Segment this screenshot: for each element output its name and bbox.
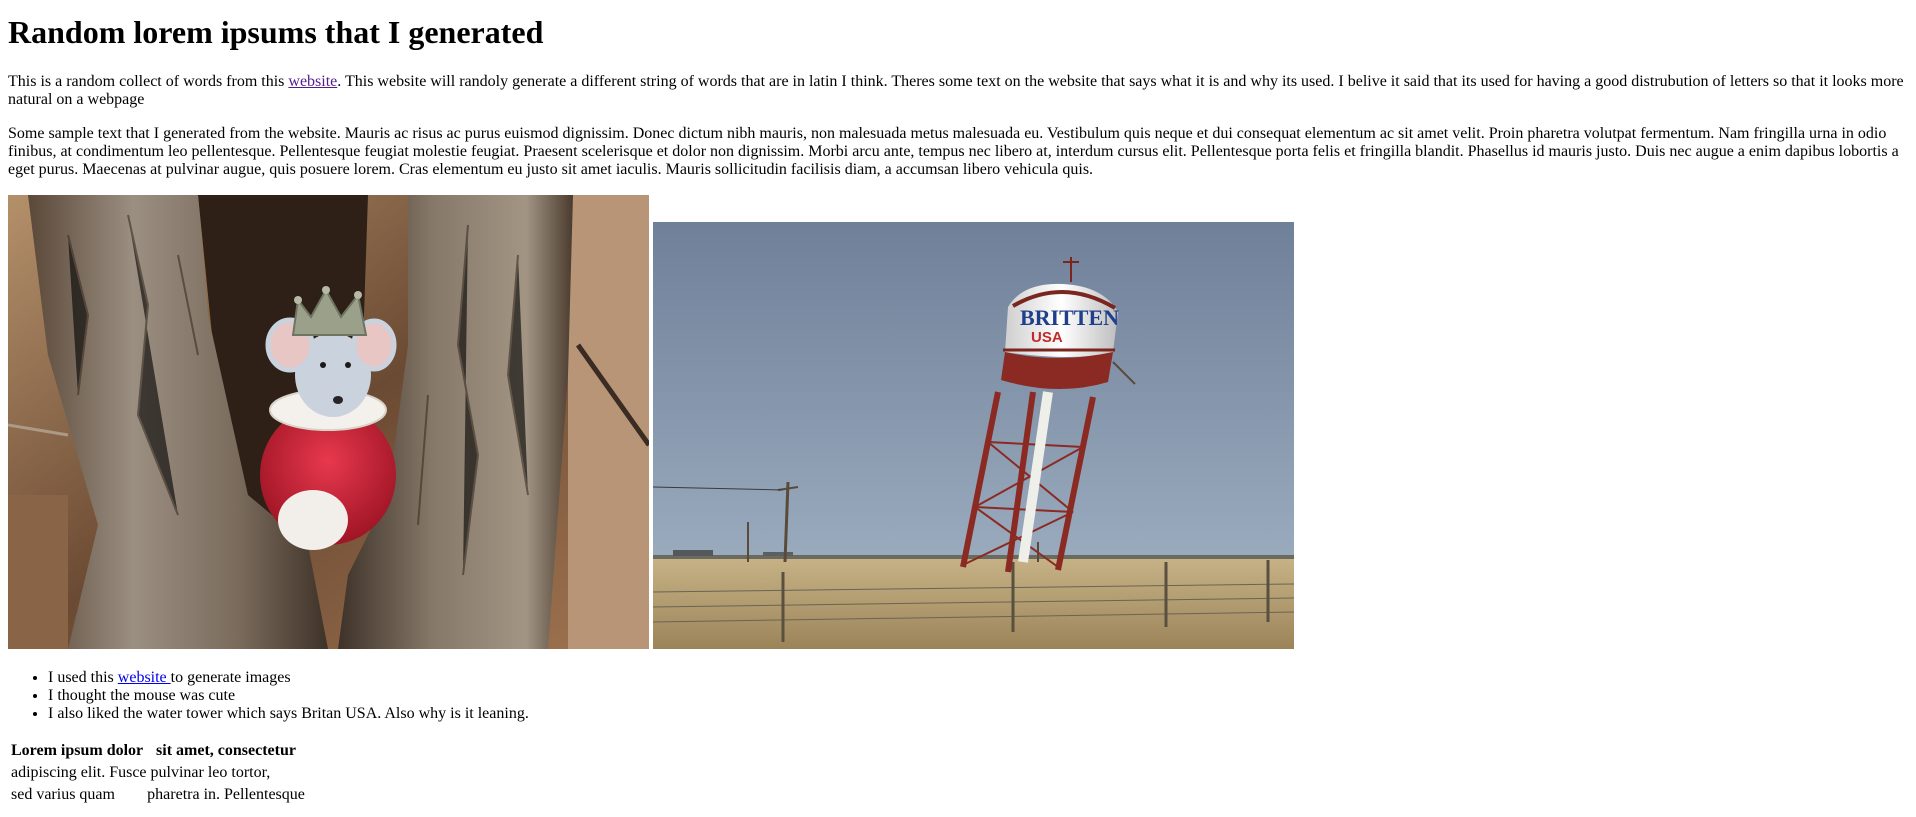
- sample-paragraph: Some sample text that I generated from t…: [8, 125, 1899, 178]
- table-cell: adipiscing elit. Fusce pulvinar leo tort…: [11, 764, 271, 781]
- page-title: Random lorem ipsums that I generated: [8, 14, 544, 50]
- table-header-cell: Lorem ipsum dolor: [11, 742, 144, 759]
- image-row: BRITTEN USA: [8, 195, 1908, 649]
- bullet-website-link[interactable]: website: [118, 669, 171, 686]
- list-item: I also liked the water tower which says …: [48, 705, 1908, 723]
- table-cell: pharetra in. Pellentesque: [147, 786, 305, 803]
- list-item: I used this website to generate images: [48, 669, 1908, 687]
- table-row: sed varius quam pharetra in. Pellentesqu…: [10, 785, 306, 805]
- leaning-water-tower-image: BRITTEN USA: [653, 222, 1294, 649]
- tower-sign-line1: BRITTEN: [1020, 305, 1119, 330]
- table-header-row: Lorem ipsum dolor sit amet, consectetur: [10, 741, 306, 761]
- table-row: adipiscing elit. Fusce pulvinar leo tort…: [10, 763, 306, 783]
- mouse-in-tree-image: [8, 195, 649, 649]
- table-header-cell: sit amet, consectetur: [156, 742, 296, 759]
- table-cell: sed varius quam: [11, 786, 115, 803]
- lorem-table: Lorem ipsum dolor sit amet, consectetur …: [8, 739, 308, 807]
- bullet1-before: I used this: [48, 669, 118, 686]
- tower-sign-line2: USA: [1031, 329, 1063, 346]
- intro-website-link[interactable]: website: [288, 73, 337, 90]
- list-item: I thought the mouse was cute: [48, 687, 1908, 705]
- page: Random lorem ipsums that I generated Thi…: [0, 14, 1916, 807]
- intro-paragraph: This is a random collect of words from t…: [8, 73, 1908, 109]
- bullet1-after: to generate images: [170, 669, 291, 686]
- bullet-list: I used this website to generate images I…: [8, 669, 1908, 723]
- intro-text-before: This is a random collect of words from t…: [8, 73, 289, 90]
